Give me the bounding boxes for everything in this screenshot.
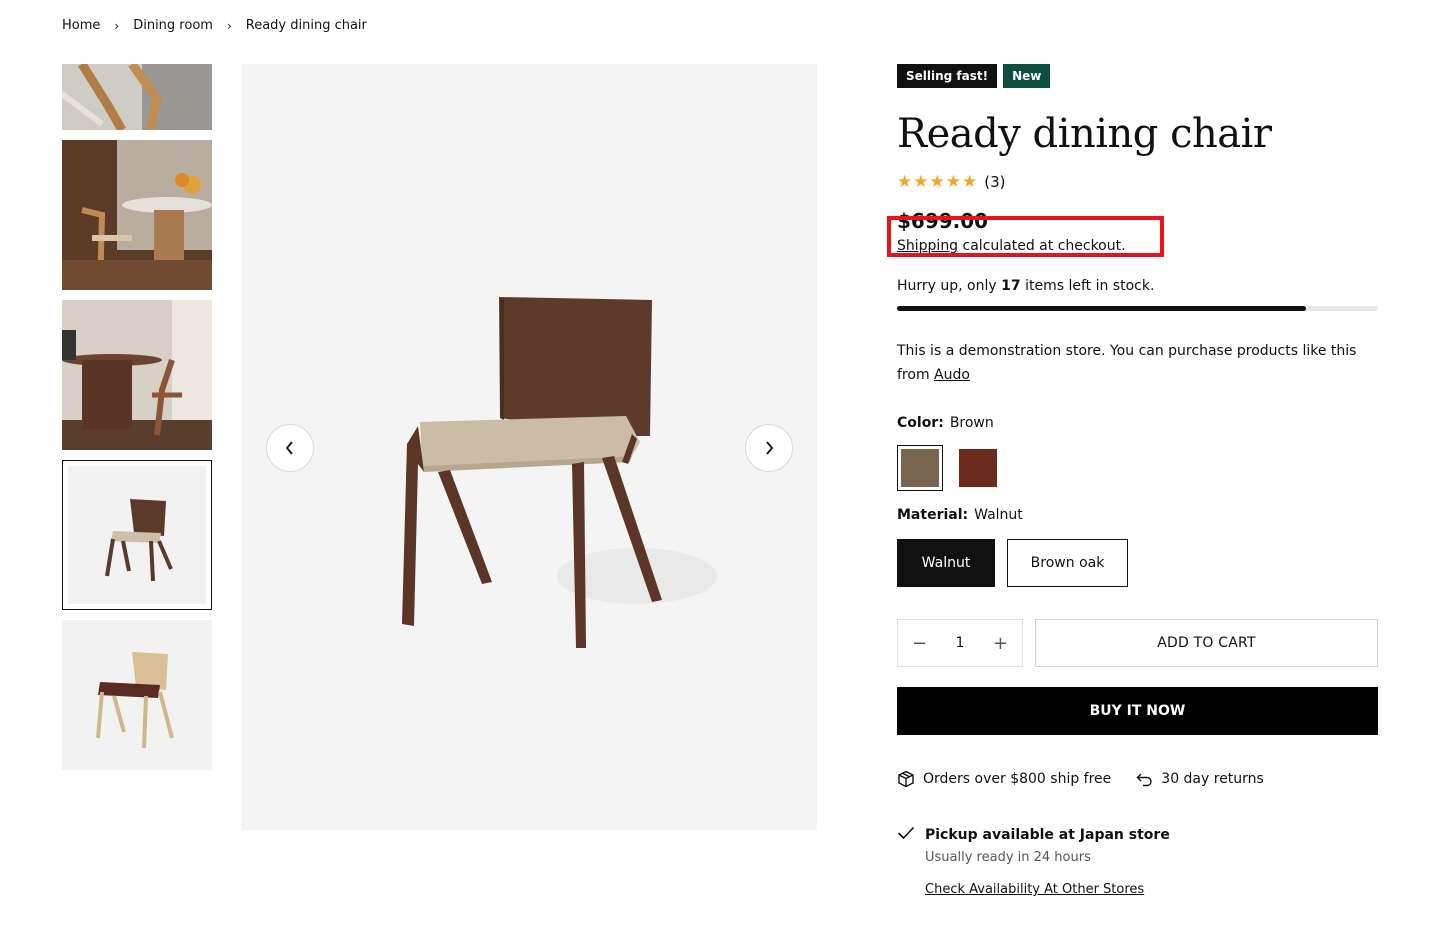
chair-front-image <box>68 466 206 604</box>
thumbnail-4[interactable] <box>62 460 212 610</box>
color-value: Brown <box>949 415 994 431</box>
shipping-link[interactable]: Shipping <box>897 238 958 254</box>
dining-room-image <box>62 140 212 290</box>
chevron-right-icon <box>766 441 774 455</box>
selling-fast-badge: Selling fast! <box>897 64 998 88</box>
chevron-left-icon <box>285 441 293 455</box>
pickup-subtitle: Usually ready in 24 hours <box>925 850 1091 865</box>
chair-image <box>402 297 717 648</box>
shipping-note: Shipping calculated at checkout. <box>887 216 1378 257</box>
color-option-label: Color: Brown <box>897 413 1378 433</box>
swatch-red-color <box>959 449 997 487</box>
chevron-right-icon: › <box>226 18 232 33</box>
perk-shipping: Orders over $800 ship free <box>897 770 1111 788</box>
color-swatches <box>897 445 1378 491</box>
star-icon: ★ <box>913 171 929 192</box>
stock-suffix: items left in stock. <box>1025 278 1155 294</box>
buy-now-button[interactable]: BUY IT NOW <box>897 687 1378 735</box>
add-to-cart-button[interactable]: ADD TO CART <box>1035 619 1378 667</box>
stock-count: 17 <box>1001 278 1021 294</box>
thumbnail-5[interactable] <box>62 620 212 770</box>
color-label: Color: <box>897 415 944 431</box>
perk-returns-text: 30 day returns <box>1161 771 1264 787</box>
rating-count: (3) <box>984 173 1006 191</box>
perks-row: Orders over $800 ship free 30 day return… <box>897 769 1378 789</box>
thumbnail-2[interactable] <box>62 140 212 290</box>
stock-progress-bar <box>897 306 1378 311</box>
quantity-plus-button[interactable]: + <box>993 633 1008 654</box>
quantity-stepper: − 1 + <box>897 619 1023 667</box>
pickup-info: Pickup available at Japan store Usually … <box>897 825 1378 899</box>
next-image-button[interactable] <box>745 424 793 472</box>
product-rating[interactable]: ★ ★ ★ ★ ★ (3) <box>897 172 1378 192</box>
perk-returns: 30 day returns <box>1135 770 1264 788</box>
swatch-red[interactable] <box>955 445 1001 491</box>
material-value: Walnut <box>974 507 1023 523</box>
breadcrumb: Home › Dining room › Ready dining chair <box>62 18 367 33</box>
stock-progress-fill <box>897 306 1306 311</box>
breadcrumb-current: Ready dining chair <box>245 18 367 33</box>
star-icon: ★ <box>945 171 961 192</box>
thumbnail-3[interactable] <box>62 300 212 450</box>
badge-group: Selling fast! New <box>897 64 1378 88</box>
check-icon <box>897 825 925 899</box>
new-badge: New <box>1003 64 1051 88</box>
perk-shipping-text: Orders over $800 ship free <box>923 771 1112 787</box>
quantity-value[interactable]: 1 <box>956 635 965 651</box>
swatch-brown-color <box>901 449 939 487</box>
material-walnut-button[interactable]: Walnut <box>897 539 995 587</box>
material-label: Material: <box>897 507 969 523</box>
cart-row: − 1 + ADD TO CART <box>897 619 1378 667</box>
star-icon: ★ <box>962 171 978 192</box>
quantity-minus-button[interactable]: − <box>912 633 927 654</box>
material-brown-oak-button[interactable]: Brown oak <box>1007 539 1128 587</box>
star-icon: ★ <box>929 171 945 192</box>
audo-link[interactable]: Audo <box>934 367 970 383</box>
chair-detail-image <box>62 64 212 130</box>
product-price: $699.00 <box>897 209 989 233</box>
product-main-image <box>242 64 817 830</box>
check-availability-link[interactable]: Check Availability At Other Stores <box>925 881 1144 899</box>
material-options: Walnut Brown oak <box>897 539 1378 587</box>
product-title: Ready dining chair <box>897 111 1272 157</box>
product-info: Selling fast! New Ready dining chair ★ ★… <box>887 64 1378 899</box>
package-icon <box>898 770 914 788</box>
product-description: This is a demonstration store. You can p… <box>897 339 1367 387</box>
thumbnail-1[interactable] <box>62 64 212 130</box>
room-scene-image <box>62 300 212 450</box>
chair-oak-image <box>62 620 212 770</box>
chevron-right-icon: › <box>114 18 120 33</box>
stock-message: Hurry up, only 17 items left in stock. <box>897 276 1378 296</box>
pickup-title: Pickup available at Japan store <box>925 827 1170 843</box>
breadcrumb-dining-room[interactable]: Dining room <box>133 18 213 33</box>
breadcrumb-home[interactable]: Home <box>62 18 100 33</box>
material-option-label: Material: Walnut <box>897 505 1378 525</box>
return-arrow-icon <box>1136 773 1152 787</box>
swatch-brown[interactable] <box>897 445 943 491</box>
star-icon: ★ <box>897 171 913 192</box>
shipping-text: calculated at checkout. <box>962 238 1126 254</box>
previous-image-button[interactable] <box>266 424 314 472</box>
stock-prefix: Hurry up, only <box>897 278 997 294</box>
